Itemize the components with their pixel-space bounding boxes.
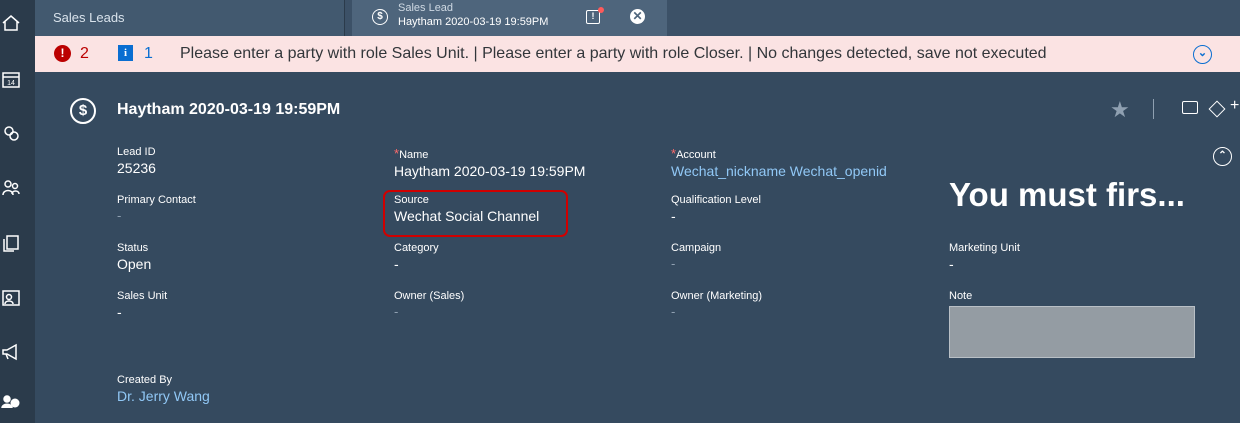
- close-icon[interactable]: ✕: [630, 9, 645, 24]
- megaphone-icon[interactable]: [0, 341, 22, 363]
- status-value: Open: [117, 256, 152, 272]
- field-created-by: Created By Dr. Jerry Wang: [117, 374, 210, 404]
- tab-sales-leads[interactable]: Sales Leads: [35, 0, 345, 36]
- tab-detail-title: Sales Lead: [398, 2, 454, 14]
- sales-unit-value: -: [117, 304, 122, 320]
- account-label: *Account: [671, 146, 716, 161]
- svg-text:14: 14: [7, 80, 15, 87]
- owner-marketing-value: -: [671, 304, 676, 319]
- owner-sales-label: Owner (Sales): [394, 290, 465, 302]
- message-text: Please enter a party with role Sales Uni…: [180, 45, 1047, 62]
- field-sales-unit: Sales Unit -: [117, 290, 167, 320]
- field-category: Category -: [394, 242, 439, 272]
- header-separator: [1153, 99, 1154, 119]
- category-value: -: [394, 256, 399, 272]
- primary-contact-value: -: [117, 208, 122, 223]
- field-qualification-level: Qualification Level -: [671, 194, 761, 224]
- field-lead-id: Lead ID 25236: [117, 146, 156, 176]
- collapse-messages-icon[interactable]: ⌄: [1193, 45, 1212, 64]
- collapse-header-icon[interactable]: ⌃: [1213, 147, 1232, 166]
- campaign-value: -: [671, 256, 676, 271]
- qualification-level-value: -: [671, 208, 676, 224]
- home-icon[interactable]: [0, 12, 22, 34]
- person-dollar-icon[interactable]: [0, 391, 22, 413]
- field-owner-sales: Owner (Sales) -: [394, 290, 464, 319]
- page-title: Haytham 2020-03-19 19:59PM: [117, 101, 341, 118]
- sales-unit-label: Sales Unit: [117, 290, 168, 302]
- people-icon[interactable]: [0, 177, 22, 199]
- field-name: *Name Haytham 2020-03-19 19:59PM: [394, 146, 585, 179]
- qualification-level-label: Qualification Level: [671, 194, 761, 206]
- info-icon[interactable]: i: [118, 45, 133, 61]
- note-textarea[interactable]: [949, 306, 1195, 358]
- dollar-icon: $: [372, 9, 388, 25]
- marketing-unit-label: Marketing Unit: [949, 242, 1020, 254]
- name-label: *Name: [394, 146, 429, 161]
- calendar-icon[interactable]: 14: [0, 68, 22, 90]
- settings-group-icon[interactable]: [0, 122, 22, 144]
- source-highlight-box: [383, 190, 568, 237]
- field-owner-marketing: Owner (Marketing) -: [671, 290, 762, 319]
- info-count[interactable]: 1: [144, 45, 153, 63]
- lead-id-label: Lead ID: [117, 146, 156, 158]
- tab-sales-leads-label: Sales Leads: [53, 10, 125, 25]
- created-by-link[interactable]: Dr. Jerry Wang: [117, 388, 210, 404]
- tab-sales-lead-detail[interactable]: $ Sales Lead Haytham 2020-03-19 19:59PM …: [352, 0, 667, 36]
- tab-bar: Sales Leads $ Sales Lead Haytham 2020-03…: [35, 0, 1240, 36]
- tab-detail-subtitle: Haytham 2020-03-19 19:59PM: [398, 16, 549, 28]
- primary-contact-label: Primary Contact: [117, 194, 196, 206]
- comment-icon[interactable]: [1182, 101, 1198, 114]
- error-count[interactable]: 2: [80, 45, 89, 63]
- message-strip: ! 2 i 1 Please enter a party with role S…: [35, 36, 1240, 72]
- copy-icon[interactable]: [0, 232, 22, 254]
- favorite-star-icon[interactable]: ★: [1110, 97, 1130, 123]
- notification-dot: [598, 7, 604, 13]
- marketing-unit-value: -: [949, 256, 954, 272]
- people-card-icon[interactable]: [0, 287, 22, 309]
- left-rail: 14: [0, 0, 35, 423]
- field-status: Status Open: [117, 242, 151, 272]
- dollar-icon: $: [70, 98, 96, 124]
- error-icon[interactable]: !: [54, 45, 71, 62]
- field-primary-contact: Primary Contact -: [117, 194, 196, 223]
- note-label: Note: [949, 290, 973, 302]
- created-by-label: Created By: [117, 374, 173, 386]
- field-note: Note: [949, 290, 972, 302]
- field-marketing-unit: Marketing Unit -: [949, 242, 1020, 272]
- tag-icon[interactable]: [1208, 100, 1226, 118]
- category-label: Category: [394, 242, 439, 254]
- name-value: Haytham 2020-03-19 19:59PM: [394, 163, 586, 179]
- owner-sales-value: -: [394, 304, 399, 319]
- campaign-label: Campaign: [671, 242, 722, 254]
- field-campaign: Campaign -: [671, 242, 721, 271]
- account-link[interactable]: Wechat_nickname Wechat_openid: [671, 163, 887, 179]
- field-account: *Account Wechat_nickname Wechat_openid: [671, 146, 887, 179]
- status-label: Status: [117, 242, 149, 254]
- owner-marketing-label: Owner (Marketing): [671, 290, 763, 302]
- warning-banner-text: You must firs...: [949, 176, 1185, 213]
- more-icon[interactable]: +: [1230, 97, 1239, 115]
- lead-id-value: 25236: [117, 160, 156, 176]
